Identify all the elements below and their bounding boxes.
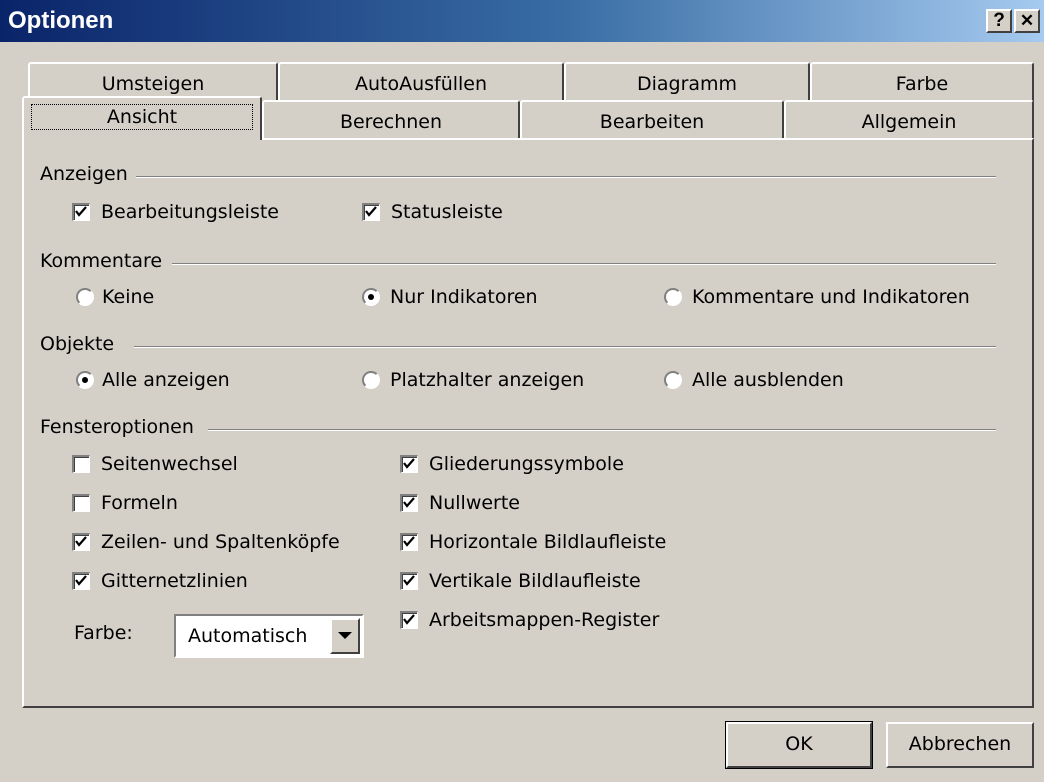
tab-label: AutoAusfüllen <box>354 73 488 95</box>
group-divider <box>134 346 996 348</box>
label-arbeitsmappen-register[interactable]: Arbeitsmappen-Register <box>429 609 659 631</box>
title-bar: Optionen ? ✕ <box>0 0 1044 42</box>
checkbox-bearbeitungsleiste[interactable] <box>72 203 90 221</box>
group-divider <box>208 429 996 431</box>
radio-kommentare-und-indikatoren[interactable] <box>664 288 682 306</box>
farbe-dropdown-value: Automatisch <box>188 625 308 647</box>
label-keine[interactable]: Keine <box>102 286 154 308</box>
group-kommentare-label: Kommentare <box>40 250 171 272</box>
check-icon <box>403 497 415 508</box>
checkbox-arbeitsmappen-register[interactable] <box>400 611 418 629</box>
label-alle-anzeigen[interactable]: Alle anzeigen <box>102 369 230 391</box>
radio-dot-icon <box>82 377 88 383</box>
tab-label: Allgemein <box>861 111 957 133</box>
cancel-button[interactable]: Abbrechen <box>886 722 1034 768</box>
checkbox-gliederungssymbole[interactable] <box>400 455 418 473</box>
checkbox-nullwerte[interactable] <box>400 494 418 512</box>
check-icon <box>365 206 377 217</box>
group-divider <box>172 263 996 265</box>
tab-farbe[interactable]: Farbe <box>810 62 1034 102</box>
tab-ansicht[interactable]: Ansicht <box>22 96 262 140</box>
ok-button[interactable]: OK <box>725 721 873 769</box>
radio-keine[interactable] <box>76 288 94 306</box>
label-seitenwechsel[interactable]: Seitenwechsel <box>101 453 238 475</box>
radio-alle-anzeigen[interactable] <box>76 371 94 389</box>
close-button[interactable]: ✕ <box>1014 9 1040 33</box>
group-anzeigen-label: Anzeigen <box>40 163 136 185</box>
label-bearbeitungsleiste[interactable]: Bearbeitungsleiste <box>101 201 279 223</box>
radio-platzhalter-anzeigen[interactable] <box>362 371 380 389</box>
label-farbe: Farbe: <box>74 622 133 644</box>
group-divider <box>136 176 996 178</box>
help-button[interactable]: ? <box>986 9 1012 33</box>
label-formeln[interactable]: Formeln <box>101 492 178 514</box>
tab-bearbeiten[interactable]: Bearbeiten <box>520 100 784 140</box>
tab-label: Umsteigen <box>101 73 205 95</box>
check-icon <box>403 575 415 586</box>
check-icon <box>403 536 415 547</box>
tab-berechnen[interactable]: Berechnen <box>262 100 520 140</box>
checkbox-formeln[interactable] <box>72 494 90 512</box>
label-vertikale-bildlaufleiste[interactable]: Vertikale Bildlaufleiste <box>429 570 641 592</box>
label-nur-indikatoren[interactable]: Nur Indikatoren <box>390 286 538 308</box>
window-title: Optionen <box>8 7 114 34</box>
check-icon <box>75 575 87 586</box>
check-icon <box>75 536 87 547</box>
tab-label: Berechnen <box>339 111 443 133</box>
tab-autoausfuellen[interactable]: AutoAusfüllen <box>278 62 564 102</box>
label-gliederungssymbole[interactable]: Gliederungssymbole <box>429 453 624 475</box>
tab-label: Ansicht <box>31 104 253 130</box>
radio-dot-icon <box>368 294 374 300</box>
label-horizontale-bildlaufleiste[interactable]: Horizontale Bildlaufleiste <box>429 531 666 553</box>
radio-nur-indikatoren[interactable] <box>362 288 380 306</box>
check-icon <box>403 458 415 469</box>
label-alle-ausblenden[interactable]: Alle ausblenden <box>692 369 844 391</box>
tab-diagramm[interactable]: Diagramm <box>564 62 810 102</box>
radio-alle-ausblenden[interactable] <box>664 371 682 389</box>
checkbox-zeilen-spaltenkoepfe[interactable] <box>72 533 90 551</box>
group-fensteroptionen-label: Fensteroptionen <box>40 416 202 438</box>
tab-label: Farbe <box>895 73 949 95</box>
dropdown-arrow-button[interactable] <box>330 618 360 654</box>
label-nullwerte[interactable]: Nullwerte <box>429 492 520 514</box>
label-zeilen-spaltenkoepfe[interactable]: Zeilen- und Spaltenköpfe <box>101 531 340 553</box>
group-objekte-label: Objekte <box>40 333 123 355</box>
checkbox-horizontale-bildlaufleiste[interactable] <box>400 533 418 551</box>
label-platzhalter-anzeigen[interactable]: Platzhalter anzeigen <box>390 369 584 391</box>
label-gitternetzlinien[interactable]: Gitternetzlinien <box>101 570 248 592</box>
label-statusleiste[interactable]: Statusleiste <box>391 201 503 223</box>
check-icon <box>75 206 87 217</box>
checkbox-vertikale-bildlaufleiste[interactable] <box>400 572 418 590</box>
checkbox-gitternetzlinien[interactable] <box>72 572 90 590</box>
checkbox-seitenwechsel[interactable] <box>72 455 90 473</box>
checkbox-statusleiste[interactable] <box>362 203 380 221</box>
label-kommentare-und-indikatoren[interactable]: Kommentare und Indikatoren <box>692 286 970 308</box>
check-icon <box>403 614 415 625</box>
tab-label: Bearbeiten <box>599 111 705 133</box>
tab-label: Diagramm <box>636 73 738 95</box>
chevron-down-icon <box>338 632 352 639</box>
tab-allgemein[interactable]: Allgemein <box>784 100 1034 140</box>
farbe-dropdown[interactable]: Automatisch <box>174 614 364 658</box>
